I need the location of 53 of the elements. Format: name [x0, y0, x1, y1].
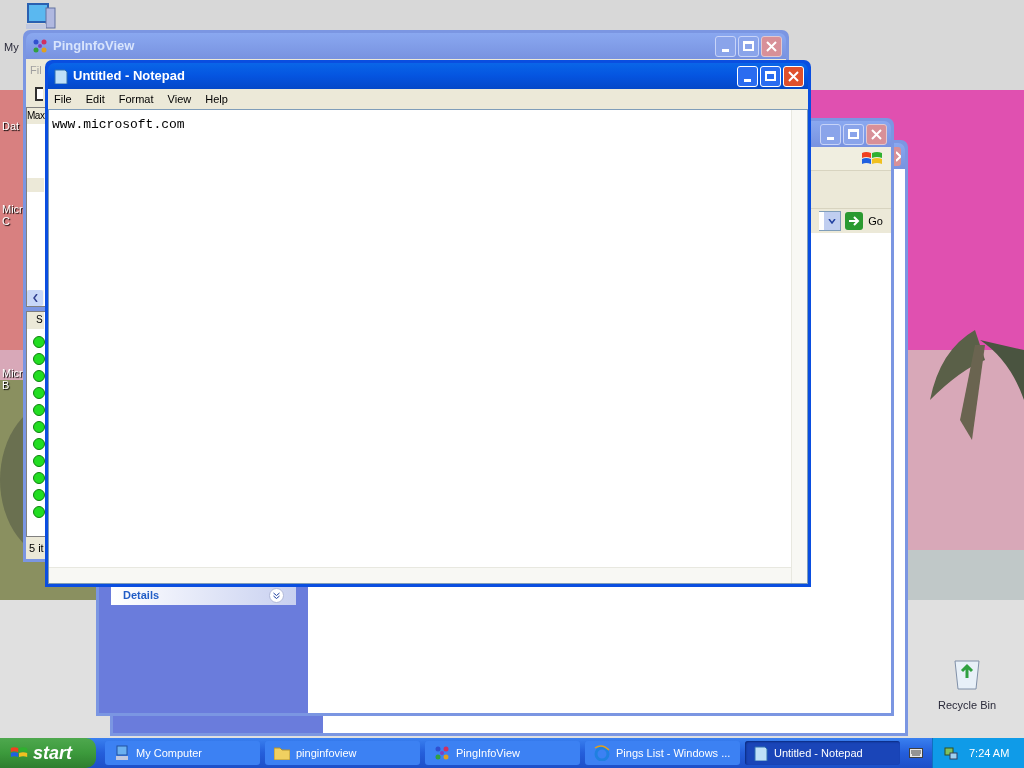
chevron-down-icon[interactable]: [269, 588, 284, 603]
horizontal-scrollbar[interactable]: [49, 567, 791, 583]
window-title: Untitled - Notepad: [73, 67, 185, 86]
document-text: www.microsoft.com: [52, 117, 185, 132]
column-header[interactable]: Max: [27, 108, 45, 124]
close-icon: [788, 70, 799, 82]
browser-icon: [594, 745, 610, 761]
minimize-button[interactable]: [715, 35, 736, 57]
notepad-icon: [754, 745, 768, 761]
computer-icon: [114, 745, 130, 761]
arrow-right-icon: [845, 212, 864, 230]
network-icon: [434, 745, 450, 761]
menu-item[interactable]: Edit: [85, 90, 105, 108]
taskbar-button[interactable]: My Computer: [105, 741, 260, 765]
start-button[interactable]: start: [0, 738, 96, 768]
computer-icon[interactable]: [24, 2, 56, 32]
minimize-button[interactable]: [820, 123, 841, 145]
close-icon: [766, 40, 777, 52]
menu-item[interactable]: View: [167, 90, 192, 108]
desktop-icon-label[interactable]: Recycle Bin: [938, 699, 997, 711]
keyboard-icon[interactable]: [909, 748, 923, 758]
close-button[interactable]: [866, 123, 887, 145]
menu-item[interactable]: Format: [118, 90, 154, 108]
notepad-icon: [54, 68, 68, 84]
maximize-button[interactable]: [738, 35, 759, 57]
toolbar-icon[interactable]: [35, 87, 43, 101]
go-button[interactable]: Go: [845, 212, 883, 230]
window-title: PingInfoView: [53, 37, 135, 56]
address-field[interactable]: [819, 211, 842, 231]
row-highlight: [27, 178, 44, 192]
taskbar-button[interactable]: pinginfoview: [265, 741, 420, 765]
chevron-left-icon: [32, 294, 38, 302]
network-icon: [32, 38, 48, 54]
chevron-down-icon: [828, 218, 837, 224]
section-title: Details: [123, 588, 160, 604]
folder-icon: [274, 746, 290, 760]
close-button[interactable]: [761, 35, 782, 57]
maximize-button[interactable]: [843, 123, 864, 145]
status-bar-text: 5 it: [29, 540, 44, 556]
taskbar-button[interactable]: Pings List - Windows ...: [585, 741, 740, 765]
taskbar-button[interactable]: PingInfoView: [425, 741, 580, 765]
menu-item[interactable]: Help: [205, 90, 228, 108]
close-icon: [896, 150, 901, 162]
desktop-icon-label[interactable]: My: [4, 41, 19, 53]
scroll-left-button[interactable]: [27, 290, 43, 306]
clock: 7:24 AM: [969, 745, 1010, 761]
dropdown-button[interactable]: [824, 212, 841, 230]
column-header[interactable]: S: [27, 312, 44, 329]
taskbar-button[interactable]: Untitled - Notepad: [745, 741, 900, 765]
close-icon: [871, 128, 882, 140]
network-icon[interactable]: [943, 745, 959, 761]
vertical-scrollbar[interactable]: [791, 110, 807, 583]
menu-item[interactable]: File: [54, 90, 72, 108]
